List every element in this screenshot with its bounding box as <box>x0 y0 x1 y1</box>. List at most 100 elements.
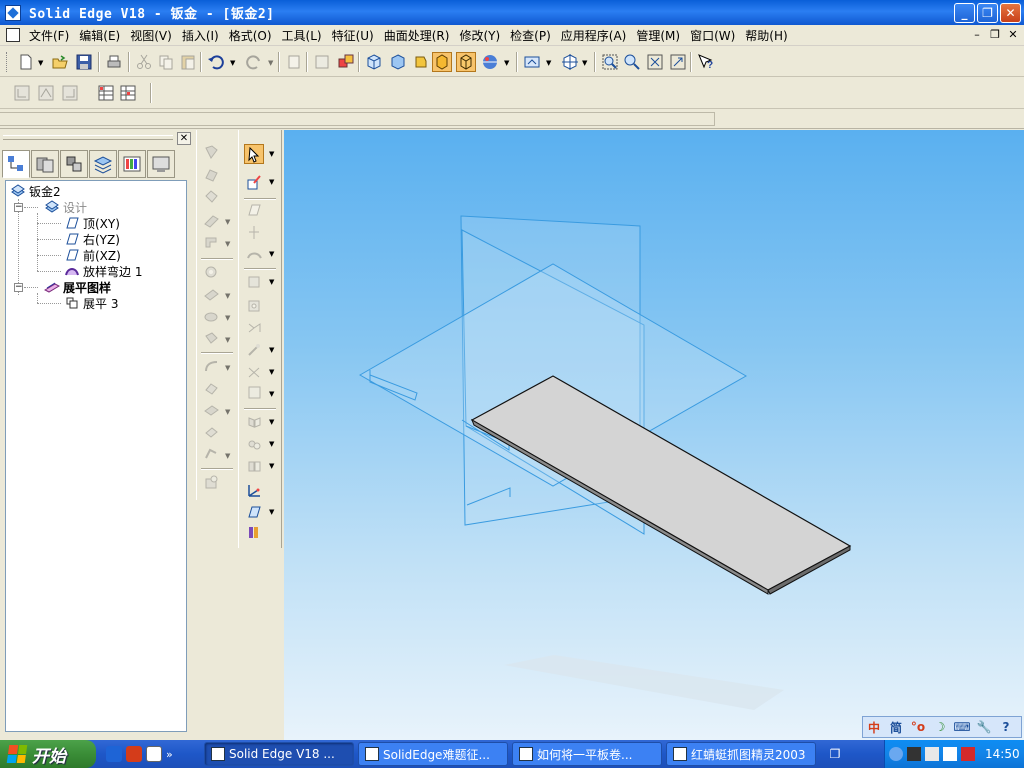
tray-collapse-icon[interactable] <box>889 747 903 761</box>
view-manager-icon[interactable] <box>522 52 542 72</box>
lang-keyboard-icon[interactable]: ⌨ <box>953 719 970 735</box>
extrude-icon[interactable] <box>244 272 264 292</box>
break-corner-icon[interactable] <box>201 328 221 348</box>
tab-engineering-reference[interactable] <box>147 150 175 178</box>
panel-grip[interactable] <box>3 135 173 140</box>
lang-simplified-icon[interactable]: 简 <box>888 719 904 735</box>
task-solidedge-forum[interactable]: SolidEdge难题征... <box>358 742 508 766</box>
save-icon[interactable] <box>74 52 94 72</box>
menu-file[interactable]: 文件(F) <box>24 27 74 44</box>
zoom-icon[interactable] <box>622 52 642 72</box>
minimize-button[interactable]: _ <box>954 3 975 23</box>
toolbar-grip[interactable] <box>6 52 9 72</box>
shaded-icon[interactable] <box>410 52 430 72</box>
close-button[interactable]: ✕ <box>1000 3 1021 23</box>
view-manager-dropdown[interactable]: ▼ <box>546 59 551 67</box>
tab-icon[interactable] <box>201 142 221 162</box>
doc-minimize-button[interactable]: – <box>970 28 984 42</box>
revolve-icon[interactable] <box>244 296 264 316</box>
flange-tool-icon[interactable] <box>201 164 221 184</box>
copy-icon[interactable] <box>156 52 176 72</box>
hem-icon[interactable] <box>60 83 80 103</box>
restore-button[interactable]: ❐ <box>977 3 998 23</box>
undo-dropdown[interactable]: ▼ <box>230 59 235 67</box>
print-icon[interactable] <box>104 52 124 72</box>
tree-node-design[interactable]: 设计 <box>44 199 87 215</box>
cutout-tool-icon[interactable] <box>201 284 221 304</box>
tree-root-node[interactable]: 钣金2 <box>10 183 61 199</box>
tray-app-icon[interactable] <box>961 747 975 761</box>
common-views-dropdown[interactable]: ▼ <box>582 59 587 67</box>
doc-close-button[interactable]: ✕ <box>1006 28 1020 42</box>
select-tool-icon[interactable] <box>244 144 264 164</box>
doc-restore-button[interactable]: ❐ <box>988 28 1002 42</box>
lang-help-icon[interactable]: ? <box>998 719 1014 735</box>
menu-format[interactable]: 格式(O) <box>224 27 277 44</box>
paste-icon[interactable] <box>178 52 198 72</box>
solidworks-icon[interactable] <box>126 746 142 762</box>
menu-surfacing[interactable]: 曲面处理(R) <box>379 27 455 44</box>
lang-fullwidth-icon[interactable]: ☽ <box>932 719 948 735</box>
tab-parts-library[interactable] <box>60 150 88 178</box>
redo-icon[interactable] <box>244 52 264 72</box>
pan-icon[interactable] <box>668 52 688 72</box>
menu-window[interactable]: 窗口(W) <box>685 27 740 44</box>
axis-tool-icon[interactable] <box>244 222 264 242</box>
new-dropdown[interactable]: ▼ <box>38 59 43 67</box>
task-solid-edge[interactable]: Solid Edge V18 ... <box>204 742 354 766</box>
redo-dropdown[interactable]: ▼ <box>268 59 273 67</box>
coordinate-system-icon[interactable] <box>244 480 264 500</box>
tree-node-plane-front[interactable]: 前(XZ) <box>64 247 121 263</box>
paste-special-icon[interactable] <box>284 52 304 72</box>
select-tool-icon[interactable] <box>312 52 332 72</box>
open-icon[interactable] <box>50 52 70 72</box>
unbend-tool-icon[interactable] <box>201 378 221 398</box>
menu-manage[interactable]: 管理(M) <box>631 27 685 44</box>
bead-tool-icon[interactable] <box>201 444 221 464</box>
tree-node-flat-pattern[interactable]: 展平图样 <box>44 279 111 295</box>
loft-icon[interactable] <box>244 318 264 338</box>
app-shortcut-icon[interactable] <box>146 746 162 762</box>
sphere-render-icon[interactable] <box>480 52 500 72</box>
arc-plane-icon[interactable] <box>244 244 264 264</box>
hem-tool-icon[interactable] <box>201 232 221 252</box>
quick-launch-more-icon[interactable]: » <box>166 748 173 761</box>
shaded-visible-edges-icon[interactable] <box>456 52 476 72</box>
tree-node-flatten[interactable]: 展平 3 <box>64 295 118 311</box>
parts-icon[interactable] <box>336 52 356 72</box>
cut-icon[interactable] <box>134 52 154 72</box>
fit-icon[interactable] <box>645 52 665 72</box>
library-icon[interactable] <box>244 522 264 542</box>
lang-chinese-icon[interactable]: 中 <box>866 719 882 735</box>
lofted-tool-icon[interactable] <box>201 210 221 230</box>
view-iso-icon[interactable] <box>364 52 384 72</box>
task-roll-plate[interactable]: 如何将一平板卷... <box>512 742 662 766</box>
ie-icon[interactable] <box>106 746 122 762</box>
menu-features[interactable]: 特征(U) <box>327 27 379 44</box>
design-collapse-toggle[interactable]: − <box>14 203 23 212</box>
helix-icon[interactable] <box>244 362 264 382</box>
gusset-tool-icon[interactable] <box>201 472 221 492</box>
tray-network-icon[interactable] <box>925 747 939 761</box>
taskbar-restore-icon[interactable]: ❐ <box>824 747 846 761</box>
new-icon[interactable] <box>16 52 36 72</box>
thicken-icon[interactable] <box>244 456 264 476</box>
pattern-icon[interactable] <box>244 382 264 402</box>
menu-view[interactable]: 视图(V) <box>125 27 177 44</box>
part-properties-icon[interactable] <box>244 502 264 522</box>
start-button[interactable]: 开始 <box>0 740 96 768</box>
sketch-tool-icon[interactable] <box>244 172 264 192</box>
flange-icon[interactable] <box>12 83 32 103</box>
menu-modify[interactable]: 修改(Y) <box>454 27 505 44</box>
louver-tool-icon[interactable] <box>201 422 221 442</box>
mirror-icon[interactable] <box>244 412 264 432</box>
view-top-icon[interactable] <box>388 52 408 72</box>
contour-tool-icon[interactable] <box>201 186 221 206</box>
undo-icon[interactable] <box>206 52 226 72</box>
tab-features-library[interactable] <box>31 150 59 178</box>
tab-feature-pathfinder[interactable] <box>2 150 30 178</box>
tree-node-lofted-flange[interactable]: 放样弯边 1 <box>64 263 142 279</box>
whats-this-help-icon[interactable]: ? <box>696 52 716 72</box>
plane-tool-icon[interactable] <box>244 200 264 220</box>
3d-viewport[interactable] <box>284 130 1024 740</box>
